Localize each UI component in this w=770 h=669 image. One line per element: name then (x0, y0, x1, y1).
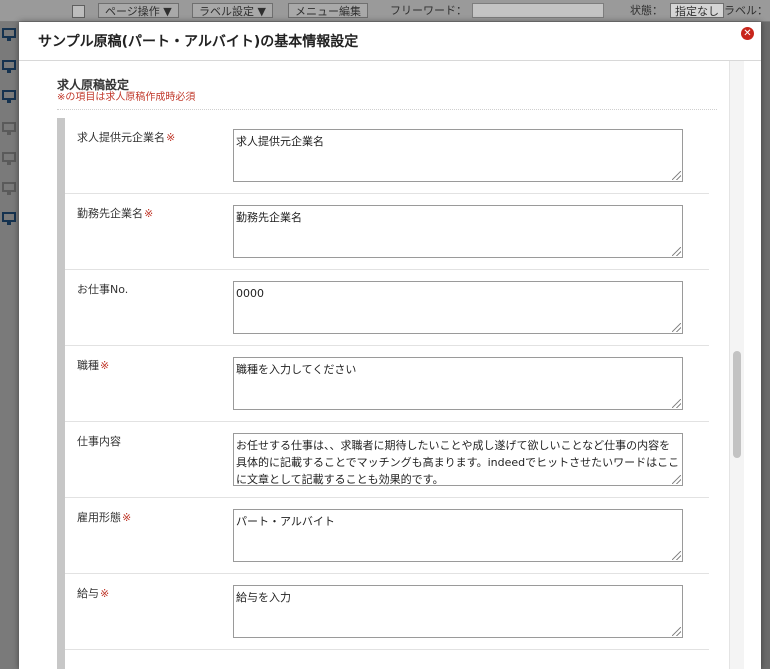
salary-field[interactable]: 給与を入力 (233, 585, 683, 638)
monitor-icon[interactable] (2, 28, 16, 41)
required-mark: ※ (122, 511, 132, 524)
field-value: 職種を入力してください (236, 363, 357, 376)
menu-edit-button[interactable]: メニュー編集 (288, 3, 368, 18)
monitor-icon[interactable] (2, 212, 16, 225)
basic-info-modal: サンプル原稿(パート・アルバイト)の基本情報設定 ✕ 求人原稿設定 ※の項目は求… (19, 22, 761, 669)
monitor-icon[interactable] (2, 60, 16, 73)
monitor-icon[interactable] (2, 122, 16, 135)
resize-grip-icon[interactable] (672, 475, 681, 484)
label-filter-label: ラベル： (724, 4, 768, 17)
field-label-text: 勤務先企業名 (77, 207, 143, 220)
field-label-text: 職種 (77, 359, 99, 372)
form: 求人提供元企業名※ 求人提供元企業名 勤務先企業名※ 勤務先企業名 お仕事No.… (57, 118, 709, 669)
field-value: パート・アルバイト (236, 515, 335, 528)
field-value: 0000 (236, 287, 264, 300)
field-label: お仕事No. (77, 281, 129, 297)
resize-grip-icon[interactable] (672, 323, 681, 332)
field-label-text: 雇用形態 (77, 511, 121, 524)
field-value: 勤務先企業名 (236, 211, 302, 224)
page-ops-button[interactable]: ページ操作 ▼ (98, 3, 179, 18)
close-icon[interactable]: ✕ (741, 27, 754, 40)
form-row-job-description: 仕事内容 お任せする仕事は、、求職者に期待したいことや成し遂げて欲しいことなど仕… (65, 422, 709, 498)
status-select[interactable]: 指定なし (670, 3, 724, 18)
resize-grip-icon[interactable] (672, 399, 681, 408)
form-left-bar (57, 118, 65, 669)
monitor-icon[interactable] (2, 182, 16, 195)
field-label-text: 仕事内容 (77, 435, 121, 448)
field-label: 雇用形態※ (77, 509, 131, 525)
field-label-text: 給与 (77, 587, 99, 600)
free-word-input[interactable] (472, 3, 604, 18)
section-title: 求人原稿設定 (57, 78, 130, 92)
required-mark: ※ (100, 587, 110, 600)
form-row-recruiting-company: 求人提供元企業名※ 求人提供元企業名 (65, 118, 709, 194)
job-number-field[interactable]: 0000 (233, 281, 683, 334)
modal-content: 求人原稿設定 ※の項目は求人原稿作成時必須 求人提供元企業名※ 求人提供元企業名… (35, 61, 733, 669)
field-label: 求人提供元企業名※ (77, 129, 175, 145)
modal-title: サンプル原稿(パート・アルバイト)の基本情報設定 (38, 34, 359, 50)
field-label: 勤務先企業名※ (77, 205, 153, 221)
section-divider (57, 109, 717, 110)
scroll-thumb[interactable] (733, 351, 741, 458)
form-row-workplace-company: 勤務先企業名※ 勤務先企業名 (65, 194, 709, 270)
resize-grip-icon[interactable] (672, 171, 681, 180)
form-row-job-number: お仕事No. 0000 (65, 270, 709, 346)
required-mark: ※ (144, 207, 154, 220)
resize-grip-icon[interactable] (672, 627, 681, 636)
monitor-icon[interactable] (2, 90, 16, 103)
job-description-field[interactable]: お任せする仕事は、、求職者に期待したいことや成し遂げて欲しいことなど仕事の内容を… (233, 433, 683, 486)
form-row-employment-type: 雇用形態※ パート・アルバイト (65, 498, 709, 574)
recruiting-company-field[interactable]: 求人提供元企業名 (233, 129, 683, 182)
field-label: 仕事内容 (77, 433, 122, 449)
employment-type-field[interactable]: パート・アルバイト (233, 509, 683, 562)
required-mark: ※ (100, 359, 110, 372)
modal-scrollbar[interactable] (729, 61, 744, 669)
field-label: 給与※ (77, 585, 109, 601)
job-type-field[interactable]: 職種を入力してください (233, 357, 683, 410)
modal-header: サンプル原稿(パート・アルバイト)の基本情報設定 ✕ (19, 22, 761, 61)
required-note: ※の項目は求人原稿作成時必須 (57, 92, 196, 103)
status-label: 状態： (630, 4, 663, 17)
field-value: 求人提供元企業名 (236, 135, 324, 148)
background-sidebar (0, 22, 19, 669)
workplace-company-field[interactable]: 勤務先企業名 (233, 205, 683, 258)
form-row-salary: 給与※ 給与を入力 (65, 574, 709, 650)
resize-grip-icon[interactable] (672, 551, 681, 560)
section-header: 求人原稿設定 ※の項目は求人原稿作成時必須 (57, 78, 717, 104)
field-label-text: 求人提供元企業名 (77, 131, 165, 144)
background-toolbar: ページ操作 ▼ ラベル設定 ▼ メニュー編集 フリーワード： 状態： 指定なし … (0, 0, 770, 22)
resize-grip-icon[interactable] (672, 247, 681, 256)
field-value: お任せする仕事は、、求職者に期待したいことや成し遂げて欲しいことなど仕事の内容を… (236, 439, 680, 486)
form-row-job-type: 職種※ 職種を入力してください (65, 346, 709, 422)
field-value: 給与を入力 (236, 591, 291, 604)
label-settings-button[interactable]: ラベル設定 ▼ (192, 3, 273, 18)
required-mark: ※ (166, 131, 176, 144)
field-label-text: お仕事No. (77, 283, 129, 296)
free-word-label: フリーワード： (390, 4, 467, 17)
select-all-checkbox[interactable] (72, 5, 85, 18)
field-label: 職種※ (77, 357, 109, 373)
monitor-icon[interactable] (2, 152, 16, 165)
